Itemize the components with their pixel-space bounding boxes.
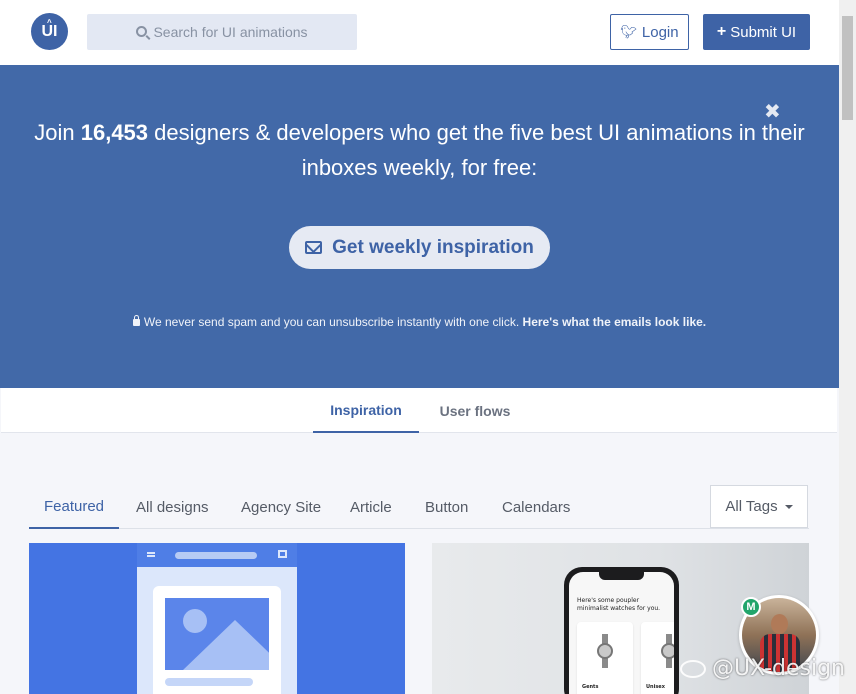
mockup-topbar: [137, 543, 297, 567]
filter-featured[interactable]: Featured: [29, 485, 119, 529]
avatar-head: [771, 614, 788, 634]
get-inspiration-button[interactable]: Get weekly inspiration: [289, 226, 550, 269]
mockup-title-bar: [175, 552, 257, 559]
watch-icon: [661, 634, 674, 668]
card-mockup-screen: [137, 543, 297, 694]
screen-title: Here's some poupler minimalist watches f…: [577, 597, 661, 612]
note-text: We never send spam and you can unsubscri…: [143, 315, 523, 329]
section-tabs: Inspiration User flows: [1, 388, 837, 433]
avatar-badge: M: [741, 597, 761, 617]
search-placeholder: Search for UI animations: [153, 24, 308, 40]
twitter-icon: 🐦︎: [620, 24, 637, 39]
design-card[interactable]: [29, 543, 405, 694]
logo-hat-icon: ^: [47, 18, 52, 27]
lock-icon: [132, 315, 140, 326]
login-label: Login: [641, 23, 679, 41]
window-icon: [278, 550, 287, 558]
search-input[interactable]: Search for UI animations: [87, 14, 357, 50]
headline-suffix: designers & developers who get the five …: [148, 120, 805, 180]
weibo-icon: [680, 660, 706, 678]
filter-article[interactable]: Article: [350, 485, 392, 529]
phone-screen: Here's some poupler minimalist watches f…: [569, 572, 674, 694]
phone-mockup: Here's some poupler minimalist watches f…: [564, 567, 679, 694]
watermark-text: @UX-design: [712, 656, 845, 681]
mountain-shape: [183, 620, 269, 670]
filter-calendars[interactable]: Calendars: [502, 485, 570, 529]
phone-notch: [599, 572, 644, 580]
submit-label: Submit UI: [730, 23, 797, 41]
login-button[interactable]: 🐦︎ Login: [610, 14, 689, 50]
page-scrollbar[interactable]: [839, 0, 856, 694]
headline-prefix: Join: [34, 120, 81, 145]
submit-ui-button[interactable]: + Submit UI: [703, 14, 810, 50]
product-item: Unisex: [641, 622, 674, 694]
watermark: @UX-design: [680, 656, 845, 681]
tab-inspiration[interactable]: Inspiration: [313, 388, 419, 433]
caret-down-icon: [784, 504, 793, 509]
mockup-text-bar: [165, 678, 253, 686]
all-tags-dropdown[interactable]: All Tags: [710, 485, 808, 528]
banner-headline: Join 16,453 designers & developers who g…: [0, 115, 839, 185]
newsletter-banner: ✖ Join 16,453 designers & developers who…: [0, 65, 839, 388]
spam-note: We never send spam and you can unsubscri…: [0, 315, 839, 329]
watch-icon: [597, 634, 613, 668]
top-header: ^ UI Search for UI animations 🐦︎ Login +…: [0, 0, 839, 65]
plus-icon: +: [716, 23, 727, 40]
product-name: Gents: [582, 684, 599, 690]
filter-button[interactable]: Button: [425, 485, 468, 529]
filter-agency-site[interactable]: Agency Site: [241, 485, 321, 529]
search-icon: [136, 25, 148, 37]
envelope-icon: [305, 241, 323, 254]
subscriber-count: 16,453: [80, 120, 149, 145]
tags-label: All Tags: [725, 498, 778, 515]
tab-user-flows[interactable]: User flows: [423, 388, 527, 433]
logo[interactable]: ^ UI: [31, 13, 68, 50]
scrollbar-thumb[interactable]: [842, 16, 853, 120]
mockup-image-card: [153, 586, 281, 694]
filter-all-designs[interactable]: All designs: [136, 485, 209, 529]
cta-label: Get weekly inspiration: [332, 236, 534, 258]
image-placeholder-icon: [165, 598, 269, 670]
menu-icon: [147, 552, 155, 554]
product-item: Gents: [577, 622, 633, 694]
product-name: Unisex: [646, 684, 665, 690]
email-preview-link[interactable]: Here's what the emails look like.: [523, 315, 707, 329]
filter-tabs: Featured All designs Agency Site Article…: [29, 485, 809, 529]
